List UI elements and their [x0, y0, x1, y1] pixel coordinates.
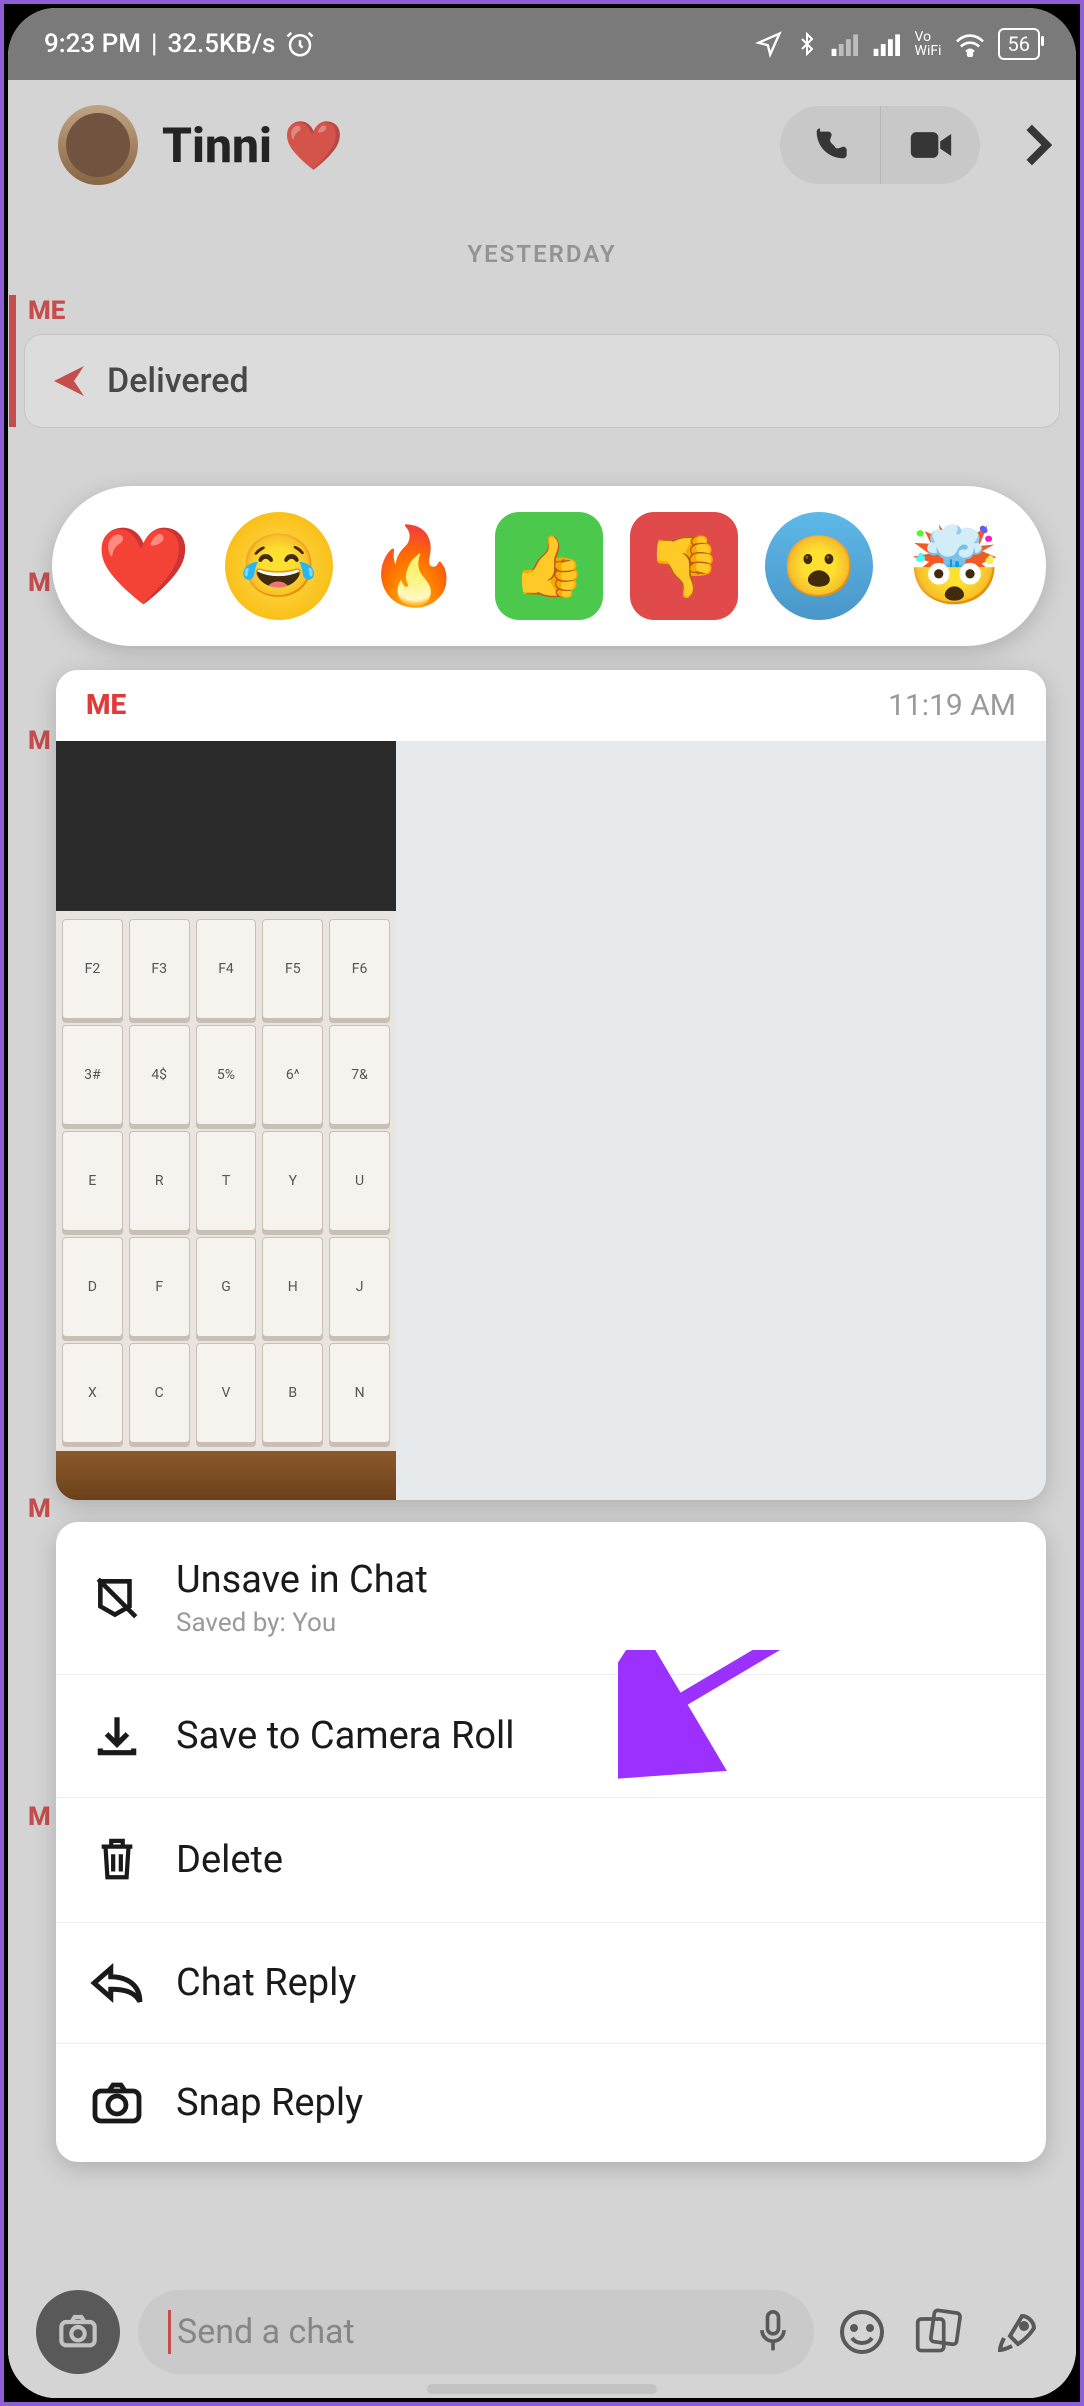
action-unsave[interactable]: Unsave in Chat Saved by: You	[56, 1522, 1046, 1674]
reaction-mind-blown[interactable]: 🤯	[900, 512, 1008, 620]
delete-label: Delete	[176, 1838, 1014, 1882]
message-preview[interactable]: ME 11:19 AM F2F3F4F5F6 3#4$5%6^7& ERTYU …	[56, 670, 1046, 1500]
signal-icon-2	[873, 32, 903, 56]
preview-sender: ME	[86, 688, 126, 723]
vowifi-icon: VoWiFi	[915, 30, 942, 58]
action-save-roll[interactable]: Save to Camera Roll	[56, 1674, 1046, 1797]
reaction-thumbs-down[interactable]: 👎	[630, 512, 738, 620]
action-snap-reply[interactable]: Snap Reply	[56, 2043, 1046, 2162]
download-icon	[88, 1711, 146, 1761]
reply-icon	[88, 1959, 146, 2007]
action-chat-reply[interactable]: Chat Reply	[56, 1922, 1046, 2043]
status-net-speed: 32.5KB/s	[167, 29, 275, 59]
action-delete[interactable]: Delete	[56, 1797, 1046, 1922]
preview-image: F2F3F4F5F6 3#4$5%6^7& ERTYU DFGHJ XCVBN	[56, 741, 396, 1500]
reaction-wow[interactable]: 😮	[765, 512, 873, 620]
chat-reply-label: Chat Reply	[176, 1961, 1014, 2005]
bluetooth-icon	[795, 30, 819, 58]
reaction-laugh[interactable]: 😂	[225, 512, 333, 620]
snap-reply-label: Snap Reply	[176, 2081, 1014, 2125]
unsave-label: Unsave in Chat	[176, 1558, 1014, 1602]
camera-icon	[88, 2080, 146, 2126]
trash-icon	[88, 1834, 146, 1886]
save-roll-label: Save to Camera Roll	[176, 1714, 1014, 1758]
unsave-sub: Saved by: You	[176, 1608, 1014, 1638]
alarm-icon	[285, 29, 315, 59]
battery-icon: 56	[998, 28, 1040, 60]
reaction-bar: ❤️ 😂 🔥 👍 👎 😮 🤯	[52, 486, 1046, 646]
action-sheet: Unsave in Chat Saved by: You Save to Cam…	[56, 1522, 1046, 2162]
wifi-icon	[954, 31, 986, 57]
location-icon	[755, 30, 783, 58]
preview-time: 11:19 AM	[888, 688, 1016, 723]
reaction-heart[interactable]: ❤️	[90, 512, 198, 620]
unsave-icon	[88, 1573, 146, 1623]
reaction-thumbs-up[interactable]: 👍	[495, 512, 603, 620]
reaction-fire[interactable]: 🔥	[360, 512, 468, 620]
signal-icon	[831, 32, 861, 56]
status-bar: 9:23 PM | 32.5KB/s VoWiFi	[8, 8, 1076, 80]
status-time: 9:23 PM	[44, 29, 141, 59]
